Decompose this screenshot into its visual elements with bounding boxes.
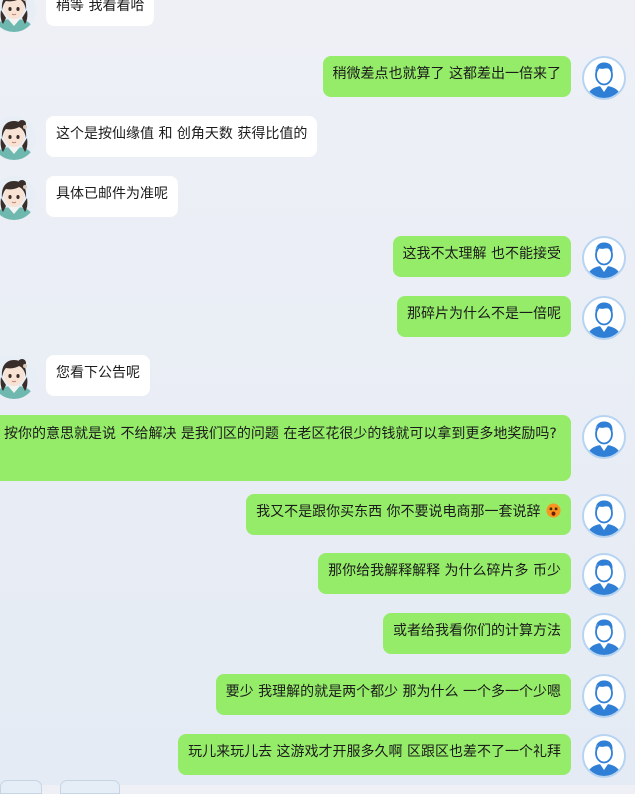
user-avatar-icon[interactable]: [582, 553, 626, 597]
message-text: 玩儿来玩儿去 这游戏才开服多久啊 区跟区也差不了一个礼拜: [188, 744, 561, 760]
message-bubble-incoming: 稍等 我看看哈: [46, 0, 155, 26]
message-bubble-outgoing: 要少 我理解的就是两个都少 那为什么 一个多一个少嗯: [215, 674, 571, 715]
message-bubble-incoming: 具体已邮件为准呢: [46, 176, 178, 217]
message-text: 这个是按仙缘值 和 创角天数 获得比值的: [56, 126, 308, 142]
user-avatar-icon[interactable]: [582, 613, 626, 657]
message-text: 具体已邮件为准呢: [56, 186, 168, 202]
message-bubble-outgoing: 玩儿来玩儿去 这游戏才开服多久啊 区跟区也差不了一个礼拜: [178, 734, 571, 775]
message-text: 我又不是跟你买东西 你不要说电商那一套说辞: [256, 504, 541, 520]
agent-avatar-icon[interactable]: [0, 0, 36, 32]
message-text: 或者给我看你们的计算方法: [393, 623, 561, 639]
message-text: 要少 我理解的就是两个都少 那为什么 一个多一个少嗯: [225, 684, 561, 700]
message-text: 这我不太理解 也不能接受: [402, 246, 561, 262]
dizzy-face-emoji-icon: [546, 502, 561, 518]
user-avatar-icon[interactable]: [582, 734, 626, 778]
chat-message-list[interactable]: 稍等 我看看哈 稍微差点也就算了 这都差出一倍来了 这个是按仙缘值 和 创角天数…: [0, 0, 635, 794]
message-bubble-outgoing: 或者给我看你们的计算方法: [383, 613, 571, 654]
message-text: 您看下公告呢: [56, 365, 140, 381]
message-bubble-outgoing: 那你给我解释解释 为什么碎片多 币少: [318, 553, 571, 594]
user-avatar-icon[interactable]: [582, 674, 626, 718]
input-toolbar-button[interactable]: [0, 780, 42, 794]
message-text: 稍微差点也就算了 这都差出一倍来了: [332, 66, 561, 82]
message-bubble-incoming: 这个是按仙缘值 和 创角天数 获得比值的: [46, 116, 318, 157]
message-bubble-outgoing: 稍微差点也就算了 这都差出一倍来了: [322, 56, 571, 97]
agent-avatar-icon[interactable]: [0, 116, 36, 160]
user-avatar-icon[interactable]: [582, 494, 626, 538]
user-avatar-icon[interactable]: [582, 236, 626, 280]
message-text: 稍等 我看看哈: [56, 0, 145, 14]
message-text: 那你给我解释解释 为什么碎片多 币少: [328, 563, 561, 579]
user-avatar-icon[interactable]: [582, 56, 626, 100]
message-bubble-outgoing: 按你的意思就是说 不给解决 是我们区的问题 在老区花很少的钱就可以拿到更多地奖励…: [0, 415, 571, 481]
message-text: 那碎片为什么不是一倍呢: [407, 306, 561, 322]
user-avatar-icon[interactable]: [582, 415, 626, 459]
input-toolbar-button[interactable]: [60, 780, 120, 794]
message-bubble-outgoing: 我又不是跟你买东西 你不要说电商那一套说辞: [246, 494, 571, 535]
agent-avatar-icon[interactable]: [0, 176, 36, 220]
message-bubble-outgoing: 那碎片为什么不是一倍呢: [397, 296, 571, 337]
message-bubble-outgoing: 这我不太理解 也不能接受: [392, 236, 571, 277]
message-bubble-incoming: 您看下公告呢: [46, 355, 150, 396]
agent-avatar-icon[interactable]: [0, 355, 36, 399]
user-avatar-icon[interactable]: [582, 296, 626, 340]
message-text: 按你的意思就是说 不给解决 是我们区的问题 在老区花很少的钱就可以拿到更多地奖励…: [4, 426, 557, 442]
